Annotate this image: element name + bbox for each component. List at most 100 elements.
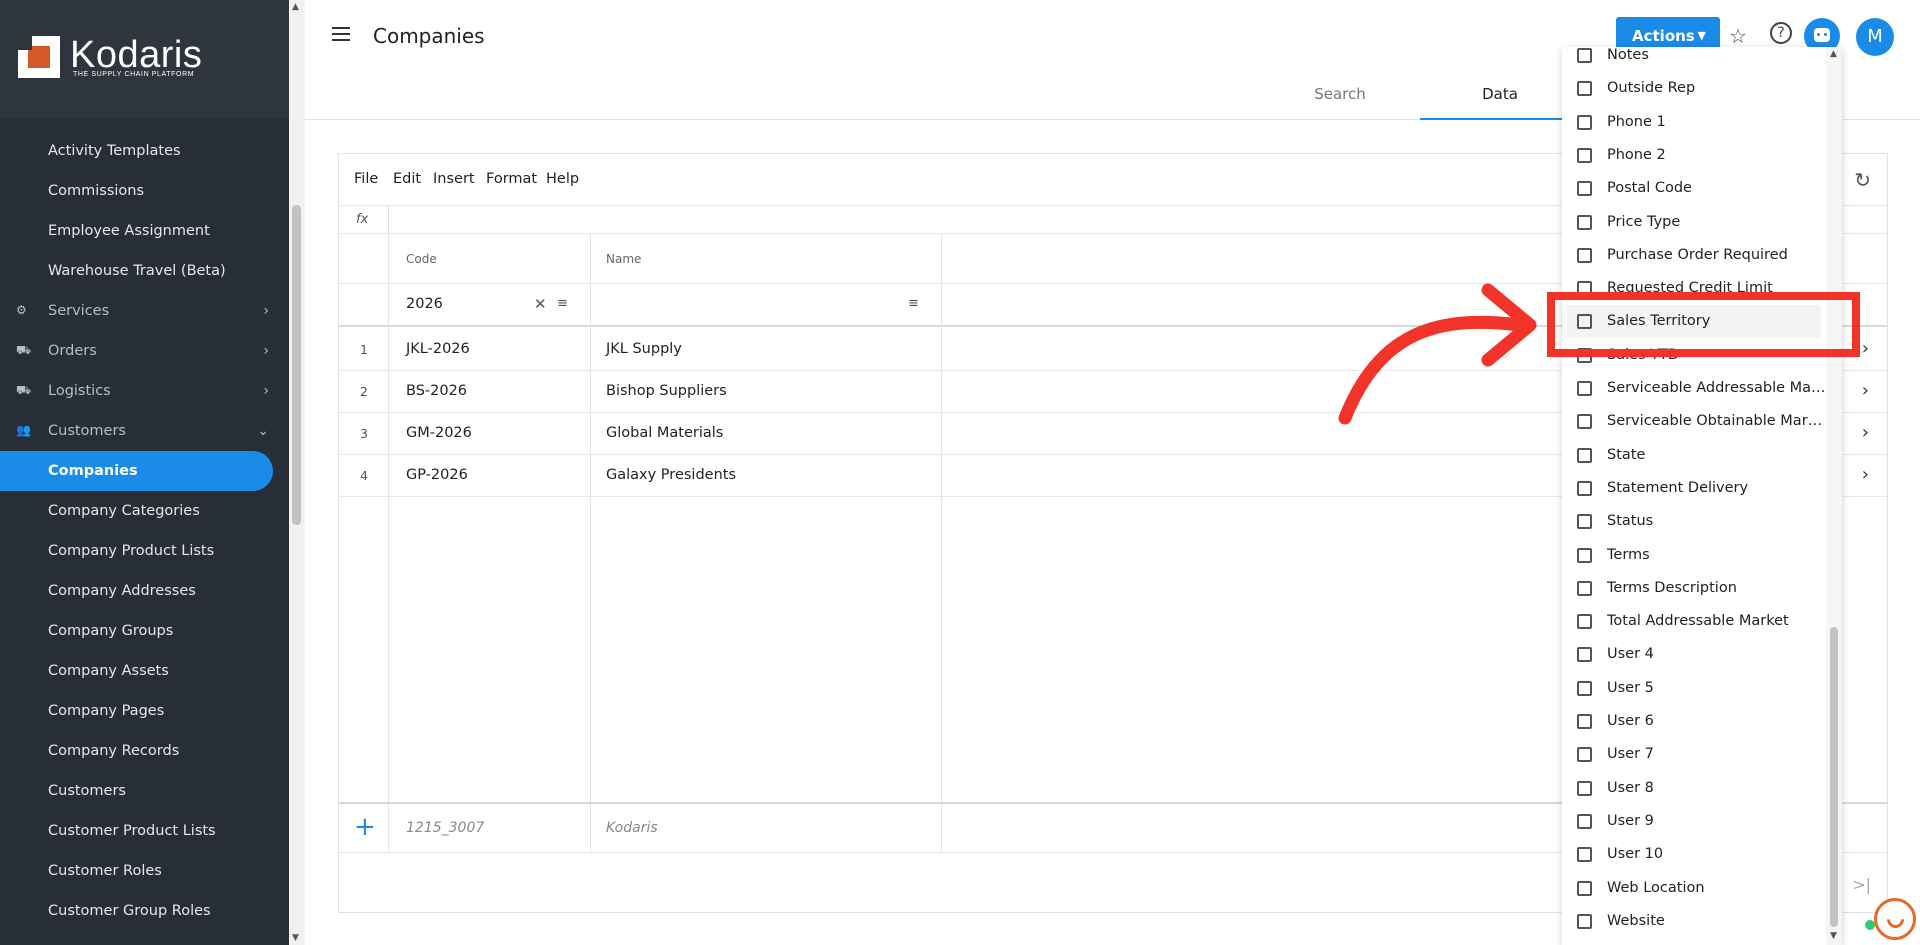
dropdown-scrollbar[interactable]: ▲ ▼ <box>1826 47 1842 945</box>
dropdown-scroll-thumb[interactable] <box>1830 627 1838 927</box>
column-option[interactable]: Serviceable Addressable Market... <box>1562 372 1827 405</box>
column-option[interactable]: User 7 <box>1562 738 1826 771</box>
column-option[interactable]: User 8 <box>1562 772 1826 805</box>
sidebar-item-employee-assignment[interactable]: Employee Assignment <box>0 211 289 251</box>
menu-format[interactable]: Format <box>486 171 537 187</box>
checkbox[interactable] <box>1577 614 1592 630</box>
menu-edit[interactable]: Edit <box>393 171 421 187</box>
column-option[interactable]: Outside Rep <box>1562 72 1826 105</box>
checkbox[interactable] <box>1577 181 1592 197</box>
sidebar-item-companies[interactable]: Companies <box>0 451 273 491</box>
checkbox[interactable] <box>1577 714 1592 729</box>
refresh-icon[interactable]: ↻ <box>1854 168 1871 192</box>
sidebar-item-company-addresses[interactable]: Company Addresses <box>0 571 289 611</box>
sidebar-item-company-pages[interactable]: Company Pages <box>0 691 289 731</box>
column-option[interactable]: Website <box>1562 905 1826 938</box>
star-icon[interactable]: ☆ <box>1729 24 1747 48</box>
checkbox[interactable] <box>1577 880 1592 896</box>
column-option[interactable]: Notes <box>1562 47 1826 72</box>
column-option[interactable]: User 5 <box>1562 672 1826 705</box>
sidebar-item-customer-product-lists[interactable]: Customer Product Lists <box>0 811 289 851</box>
sidebar-item-company-categories[interactable]: Company Categories <box>0 491 289 531</box>
sidebar-item-customer-group-roles[interactable]: Customer Group Roles <box>0 891 289 931</box>
cell-code[interactable]: GM-2026 <box>406 425 472 441</box>
sidebar-item-customer-roles[interactable]: Customer Roles <box>0 851 289 891</box>
help-icon[interactable]: ? <box>1770 22 1792 44</box>
column-option[interactable]: Postal Code <box>1562 172 1826 205</box>
sidebar-item-company-groups[interactable]: Company Groups <box>0 611 289 651</box>
checkbox[interactable] <box>1577 114 1592 130</box>
column-option[interactable]: User 6 <box>1562 705 1826 738</box>
row-open-chevron-icon[interactable]: › <box>1862 338 1869 359</box>
sidebar-item-company-records[interactable]: Company Records <box>0 731 289 771</box>
new-row-name-placeholder[interactable]: Kodaris <box>606 820 658 836</box>
row-open-chevron-icon[interactable]: › <box>1862 422 1869 443</box>
cell-code[interactable]: JKL-2026 <box>406 341 470 357</box>
clear-filter-icon[interactable]: ✕ <box>534 295 547 313</box>
column-option[interactable]: Web Location <box>1562 872 1826 905</box>
sidebar-item-activity-templates[interactable]: Activity Templates <box>0 131 289 171</box>
hamburger-menu-icon[interactable] <box>332 27 350 41</box>
column-option[interactable]: Purchase Order Required <box>1562 239 1826 272</box>
tab-data[interactable]: Data <box>1420 78 1580 120</box>
sidebar-item-orders[interactable]: ⛟ Orders › <box>0 331 289 371</box>
scroll-down-icon[interactable]: ▼ <box>292 933 299 943</box>
checkbox[interactable] <box>1577 480 1592 496</box>
code-filter-input[interactable]: 2026 <box>406 296 443 312</box>
sidebar-item-commissions[interactable]: Commissions <box>0 171 289 211</box>
row-open-chevron-icon[interactable]: › <box>1862 380 1869 401</box>
scroll-up-icon[interactable]: ▲ <box>292 2 299 12</box>
checkbox[interactable] <box>1577 514 1592 530</box>
checkbox[interactable] <box>1577 680 1592 696</box>
last-page-icon[interactable]: >| <box>1852 875 1871 894</box>
checkbox[interactable] <box>1577 580 1592 596</box>
checkbox[interactable] <box>1577 48 1592 63</box>
cell-name[interactable]: Bishop Suppliers <box>606 383 727 399</box>
checkbox[interactable] <box>1577 247 1592 263</box>
column-option[interactable]: Phone 2 <box>1562 139 1826 172</box>
column-header-code[interactable]: Code <box>406 252 437 266</box>
cell-name[interactable]: JKL Supply <box>606 341 682 357</box>
sidebar-scroll-thumb[interactable] <box>292 205 301 525</box>
checkbox[interactable] <box>1577 414 1592 430</box>
menu-help[interactable]: Help <box>546 171 579 187</box>
menu-insert[interactable]: Insert <box>433 171 475 187</box>
checkbox[interactable] <box>1577 81 1592 97</box>
column-option[interactable]: Phone 1 <box>1562 106 1826 139</box>
column-option[interactable]: User 9 <box>1562 805 1826 838</box>
checkbox[interactable] <box>1577 913 1592 929</box>
cell-code[interactable]: GP-2026 <box>406 467 468 483</box>
row-open-chevron-icon[interactable]: › <box>1862 464 1869 485</box>
column-option[interactable]: Terms <box>1562 539 1826 572</box>
scroll-down-icon[interactable]: ▼ <box>1830 931 1837 941</box>
logo-area[interactable]: Kodaris THE SUPPLY CHAIN PLATFORM <box>0 0 289 118</box>
checkbox[interactable] <box>1577 747 1592 763</box>
checkbox[interactable] <box>1577 547 1592 563</box>
column-header-name[interactable]: Name <box>606 252 641 266</box>
new-row-code-placeholder[interactable]: 1215_3007 <box>406 820 484 836</box>
column-option[interactable]: Price Type <box>1562 206 1826 239</box>
checkbox[interactable] <box>1577 813 1592 829</box>
checkbox[interactable] <box>1577 214 1592 230</box>
sidebar-scrollbar[interactable]: ▲ ▼ <box>289 0 305 945</box>
chat-widget-icon[interactable] <box>1874 898 1916 940</box>
filter-icon[interactable]: ≡ <box>557 296 568 311</box>
sidebar-item-services[interactable]: ⚙ Services › <box>0 291 289 331</box>
tab-search[interactable]: Search <box>1260 78 1420 120</box>
add-row-plus-icon[interactable]: + <box>354 814 376 840</box>
cell-name[interactable]: Global Materials <box>606 425 723 441</box>
checkbox[interactable] <box>1577 447 1592 463</box>
sidebar-item-logistics[interactable]: ⛟ Logistics › <box>0 371 289 411</box>
cell-name[interactable]: Galaxy Presidents <box>606 467 736 483</box>
column-option[interactable]: User 10 <box>1562 838 1826 871</box>
checkbox[interactable] <box>1577 381 1592 396</box>
sidebar-item-customers[interactable]: 👥 Customers ⌄ <box>0 411 289 451</box>
user-avatar[interactable]: M <box>1856 18 1894 56</box>
filter-icon[interactable]: ≡ <box>908 296 919 311</box>
checkbox[interactable] <box>1577 780 1592 796</box>
column-option[interactable]: Terms Description <box>1562 572 1826 605</box>
menu-file[interactable]: File <box>354 171 378 187</box>
sidebar-item-company-assets[interactable]: Company Assets <box>0 651 289 691</box>
checkbox[interactable] <box>1577 147 1592 163</box>
column-option[interactable]: User 4 <box>1562 638 1826 671</box>
